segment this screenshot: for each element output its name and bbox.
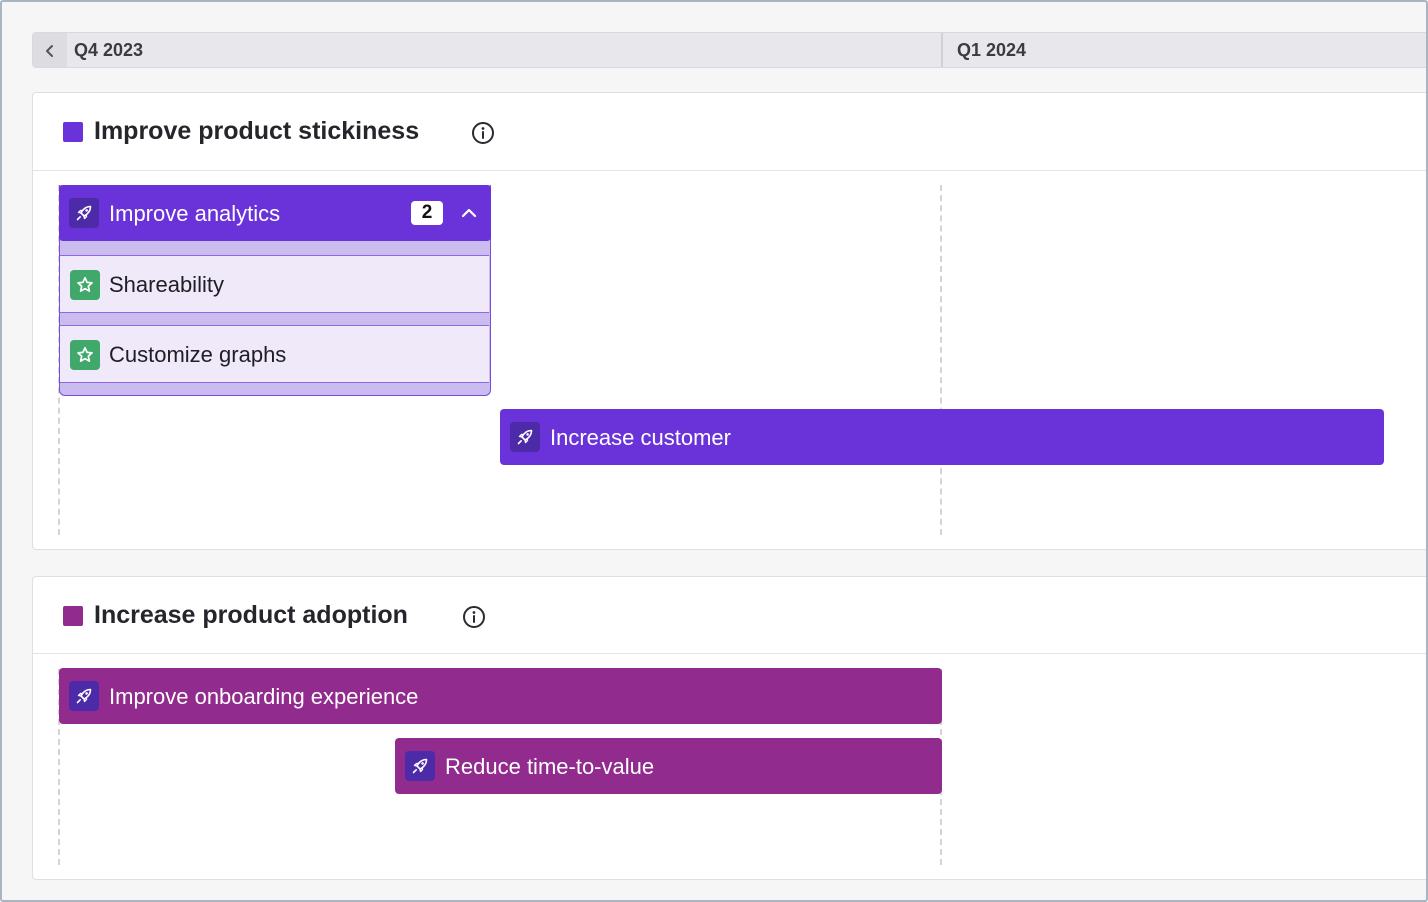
initiative-label: Improve analytics [109,201,281,226]
info-icon[interactable] [471,121,495,145]
initiative-bar[interactable]: Improve analytics 2 [59,185,491,241]
feature-label: Customize graphs [109,342,287,367]
rocket-icon [69,681,99,711]
feature-row[interactable]: Shareability [60,255,489,313]
objective-color-swatch [63,606,83,626]
star-icon [70,340,100,370]
chevron-left-icon [46,45,53,57]
timeline-back-button[interactable] [33,33,67,67]
rocket-icon [405,751,435,781]
initiative-label: Reduce time-to-value [445,754,655,779]
feature-label: Shareability [109,272,224,297]
quarter-divider [941,33,943,67]
quarter-label-q1-2024: Q1 2024 [957,40,1027,60]
objective-header: Improve product stickiness [33,93,1426,171]
info-icon[interactable] [462,605,486,629]
objective-color-swatch [63,122,83,142]
objective-title[interactable]: Increase product adoption [94,601,408,630]
child-count-badge: 2 [411,201,443,225]
chevron-up-icon[interactable] [459,203,479,223]
objective-panel-adoption: Increase product adoption Improve onboar… [32,576,1426,880]
objective-panel-stickiness: Improve product stickiness Shareability [32,92,1426,550]
initiative-bar[interactable]: Increase customer [500,409,1384,465]
initiative-bar[interactable]: Improve onboarding experience [59,668,942,724]
initiative-bar[interactable]: Reduce time-to-value [395,738,942,794]
rocket-icon [69,198,99,228]
feature-row[interactable]: Customize graphs [60,325,489,383]
star-icon [70,270,100,300]
objective-header: Increase product adoption [33,577,1426,654]
quarter-label-q4-2023: Q4 2023 [74,40,144,60]
objective-title[interactable]: Improve product stickiness [94,117,419,146]
roadmap-frame: Q4 2023 Q1 2024 Improve product stickine… [0,0,1428,902]
rocket-icon [510,422,540,452]
timeline-header: Q4 2023 Q1 2024 [32,32,1426,68]
initiative-label: Increase customer [550,425,731,450]
grid-line [940,185,942,535]
initiative-label: Improve onboarding experience [109,684,419,709]
